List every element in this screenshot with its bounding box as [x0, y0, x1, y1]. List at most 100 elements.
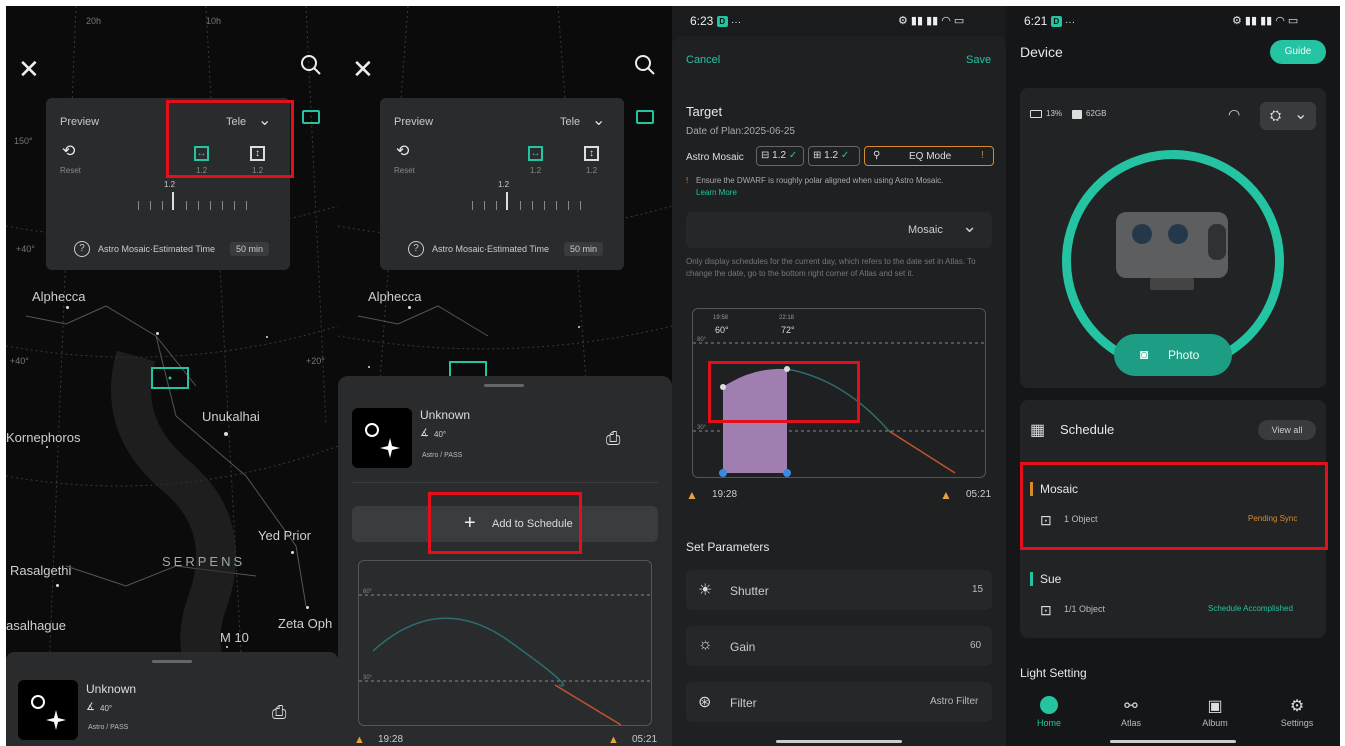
gain-label: Gain	[730, 640, 756, 654]
height-icon[interactable]: ↕	[584, 146, 599, 161]
robot-icon: ⛭	[1270, 107, 1282, 123]
filter-value: Astro Filter	[930, 696, 979, 707]
gain-value: 60	[970, 640, 982, 651]
schedule-item-sue[interactable]: Sue ⊡ 1/1 Object Schedule Accomplished	[1028, 562, 1318, 632]
nav-label: Album	[1202, 718, 1228, 728]
ruler-value: 1.2	[164, 180, 176, 189]
photo-label: Photo	[1168, 348, 1200, 362]
mode-select[interactable]: Mosaic ⌄	[686, 212, 992, 248]
search-icon[interactable]	[634, 54, 656, 80]
schedule-objects: 1/1 Object	[1064, 604, 1106, 614]
mode-select-value: Mosaic	[908, 224, 943, 236]
chart-start-alt: 60°	[715, 325, 729, 335]
app-badge-icon: D	[1050, 16, 1062, 28]
ruler-value: 1.2	[498, 180, 510, 189]
star-label-alphecca: Alphecca	[368, 289, 422, 304]
calendar-icon: ▦	[1030, 422, 1046, 439]
time-end: 05:21	[632, 734, 658, 745]
chevron-down-icon[interactable]: ⌄	[592, 110, 605, 130]
scale-ruler[interactable]	[138, 192, 258, 210]
camera-add-icon[interactable]: ⎙	[606, 428, 620, 449]
reset-icon[interactable]: ⟲	[62, 144, 75, 160]
target-heading: Target	[686, 104, 723, 119]
target-type: Astro / PASS	[422, 452, 463, 459]
schedule-status: Schedule Accomplished	[1208, 604, 1293, 613]
reset-icon[interactable]: ⟲	[396, 144, 409, 160]
shutter-row[interactable]: ☀ Shutter 15	[686, 570, 992, 610]
guide-button[interactable]: Guide	[1270, 40, 1326, 64]
eq-mode-icon: ⚲	[873, 150, 881, 161]
mosaic-width-chip[interactable]: ⊟ 1.2 ✓	[756, 146, 804, 166]
chart-end-time: 22:18	[779, 315, 795, 321]
star-label-rasalhague: asalhague	[6, 618, 66, 633]
target-name: Unknown	[86, 682, 137, 696]
grid-label: +20°	[306, 356, 325, 366]
lens-select[interactable]: Tele	[560, 116, 580, 128]
photo-button[interactable]: ◙ Photo	[1114, 334, 1232, 376]
device-switch[interactable]: ⛭ ⌄	[1260, 102, 1316, 130]
mosaic-height-chip[interactable]: ⊞ 1.2 ✓	[808, 146, 860, 166]
highlight-box	[708, 361, 860, 423]
gain-row[interactable]: ☼ Gain 60	[686, 626, 992, 666]
page-title: Device	[1020, 44, 1063, 60]
highlight-box	[428, 492, 582, 554]
shutter-label: Shutter	[730, 584, 769, 598]
storage-value: 62GB	[1086, 109, 1107, 118]
info-text: Only display schedules for the current d…	[686, 257, 976, 278]
fov-toggle-icon[interactable]	[302, 110, 320, 124]
close-icon[interactable]: ✕	[18, 56, 40, 82]
highlight-box	[166, 100, 294, 178]
warning-icon: !	[686, 176, 689, 185]
search-icon[interactable]	[300, 54, 322, 81]
chevron-down-icon: ⌄	[1294, 106, 1308, 123]
target-sheet: Unknown ∡ 40° Astro / PASS ⎙	[6, 652, 338, 746]
target-altitude: 40°	[434, 430, 447, 439]
altitude-chart: 60° 30°	[358, 560, 653, 726]
nav-atlas[interactable]: ⚯ Atlas	[1106, 696, 1156, 728]
eq-mode-chip[interactable]: ⚲ EQ Mode !	[864, 146, 994, 166]
device-card: 13% 62GB ◠ ⛭ ⌄ ◙ Photo	[1020, 88, 1326, 388]
device-image	[1116, 212, 1228, 290]
device-panel: 6:21 D ··· ⚙ ▮▮ ▮▮ ◠ ▭ Device Guide 13% …	[1006, 6, 1340, 746]
chart-start-time: 19:58	[713, 315, 729, 321]
view-all-button[interactable]: View all	[1258, 420, 1316, 440]
filter-icon: ⊛	[698, 694, 712, 711]
filter-row[interactable]: ⊛ Filter Astro Filter	[686, 682, 992, 722]
time-start: 19:28	[712, 489, 738, 500]
plan-panel: 6:23 D ··· ⚙ ▮▮ ▮▮ ◠ ▭ Cancel Save Targe…	[672, 6, 1006, 746]
target-type: Astro / PASS	[88, 724, 129, 731]
nav-home[interactable]: Home	[1024, 696, 1074, 728]
drag-handle[interactable]	[152, 660, 192, 663]
close-icon[interactable]: ✕	[352, 56, 374, 82]
save-button[interactable]: Save	[966, 54, 991, 66]
eq-mode-label: EQ Mode	[909, 151, 952, 162]
fov-toggle-icon[interactable]	[636, 110, 654, 124]
chart-y-top: 60°	[363, 589, 373, 595]
nav-settings[interactable]: ⚙ Settings	[1272, 696, 1322, 728]
signal-icons: ⚙ ▮▮ ▮▮ ◠ ▭	[1232, 15, 1299, 27]
help-icon[interactable]: ?	[408, 241, 424, 257]
target-thumbnail	[18, 680, 78, 740]
atlas-panel-1: 150° +40° +40° +20° 10h 20h Alphecca Unu…	[6, 6, 338, 746]
cancel-button[interactable]: Cancel	[686, 54, 720, 66]
learn-more-link[interactable]: Learn More	[696, 188, 737, 197]
constellation-label: SERPENS	[162, 554, 246, 569]
nav-album[interactable]: ▣ Album	[1190, 696, 1240, 728]
schedule-heading: Schedule	[1060, 422, 1115, 437]
filter-label: Filter	[730, 696, 757, 710]
target-altitude: 40°	[100, 704, 113, 713]
drag-handle[interactable]	[484, 384, 524, 387]
preview-label: Preview	[60, 116, 100, 128]
width-icon[interactable]: ↔	[528, 146, 543, 161]
status-bar: 6:23 D ···	[690, 14, 742, 28]
storage-icon	[1072, 110, 1082, 119]
preview-label: Preview	[394, 116, 434, 128]
reset-label: Reset	[394, 166, 415, 175]
battery-icon	[1030, 110, 1042, 118]
camera-add-icon[interactable]: ⎙	[272, 702, 286, 723]
angle-icon: ∡	[86, 702, 95, 713]
scale-ruler[interactable]	[472, 192, 592, 210]
estimate-label: Astro Mosaic·Estimated Time	[98, 244, 216, 254]
set-parameters-heading: Set Parameters	[686, 540, 770, 554]
help-icon[interactable]: ?	[74, 241, 90, 257]
